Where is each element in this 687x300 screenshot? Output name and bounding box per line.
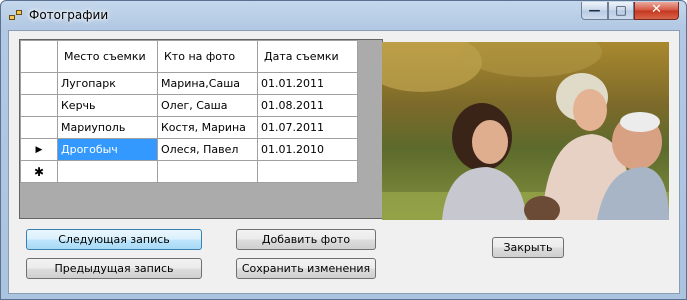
close-icon: ✕ <box>651 2 662 17</box>
window-title: Фотографии <box>29 8 109 22</box>
row-header[interactable] <box>20 116 58 139</box>
cell-new[interactable] <box>57 160 158 183</box>
cell-who[interactable]: Костя, Марина <box>157 116 258 139</box>
cell-new[interactable] <box>257 160 358 183</box>
add-photo-button[interactable]: Добавить фото <box>236 229 376 250</box>
row-header[interactable] <box>20 72 58 95</box>
cell-place-selected[interactable]: Дрогобыч <box>57 138 158 161</box>
photo-picture <box>382 42 669 220</box>
table-row[interactable]: Керчь Олег, Саша 01.08.2011 <box>20 94 358 117</box>
new-row[interactable]: ✱ <box>20 160 358 183</box>
family-photo-image <box>382 42 669 220</box>
cell-who[interactable]: Олеся, Павел <box>157 138 258 161</box>
close-window-button[interactable]: ✕ <box>634 2 679 20</box>
grid-corner-header[interactable] <box>20 40 58 73</box>
cell-place[interactable]: Керчь <box>57 94 158 117</box>
previous-record-button[interactable]: Предыдущая запись <box>26 258 202 279</box>
client-area: Место съемки Кто на фото Дата съемки Луг… <box>8 30 680 294</box>
photos-grid[interactable]: Место съемки Кто на фото Дата съемки Луг… <box>19 39 383 219</box>
grid-header-row: Место съемки Кто на фото Дата съемки <box>20 40 358 73</box>
maximize-button[interactable]: □ <box>608 2 634 20</box>
cell-who[interactable]: Марина,Саша <box>157 72 258 95</box>
new-row-asterisk-icon[interactable]: ✱ <box>20 160 58 183</box>
column-header-who[interactable]: Кто на фото <box>157 40 258 73</box>
cell-date[interactable]: 01.08.2011 <box>257 94 358 117</box>
app-window: Фотографии — □ ✕ Место съемки Кто на фот… <box>0 0 687 300</box>
save-changes-button[interactable]: Сохранить изменения <box>236 258 376 279</box>
next-record-button[interactable]: Следующая запись <box>26 229 202 250</box>
cell-new[interactable] <box>157 160 258 183</box>
maximize-icon: □ <box>615 3 627 17</box>
close-button[interactable]: Закрыть <box>492 237 564 258</box>
table-row[interactable]: Мариуполь Костя, Марина 01.07.2011 <box>20 116 358 139</box>
minimize-button[interactable]: — <box>581 2 608 20</box>
column-header-date[interactable]: Дата съемки <box>257 40 358 73</box>
app-icon <box>9 9 23 21</box>
title-bar[interactable]: Фотографии — □ ✕ <box>1 1 686 31</box>
grid-table: Место съемки Кто на фото Дата съемки Луг… <box>20 40 358 183</box>
cell-who[interactable]: Олег, Саша <box>157 94 258 117</box>
cell-place[interactable]: Мариуполь <box>57 116 158 139</box>
minimize-icon: — <box>588 3 601 17</box>
cell-date[interactable]: 01.01.2011 <box>257 72 358 95</box>
table-row[interactable]: Лугопарк Марина,Саша 01.01.2011 <box>20 72 358 95</box>
cell-date[interactable]: 01.07.2011 <box>257 116 358 139</box>
row-header[interactable] <box>20 94 58 117</box>
column-header-place[interactable]: Место съемки <box>57 40 158 73</box>
cell-date[interactable]: 01.01.2010 <box>257 138 358 161</box>
cell-place[interactable]: Лугопарк <box>57 72 158 95</box>
current-row-arrow-icon[interactable]: ▶ <box>20 138 58 161</box>
table-row-current[interactable]: ▶ Дрогобыч Олеся, Павел 01.01.2010 <box>20 138 358 161</box>
